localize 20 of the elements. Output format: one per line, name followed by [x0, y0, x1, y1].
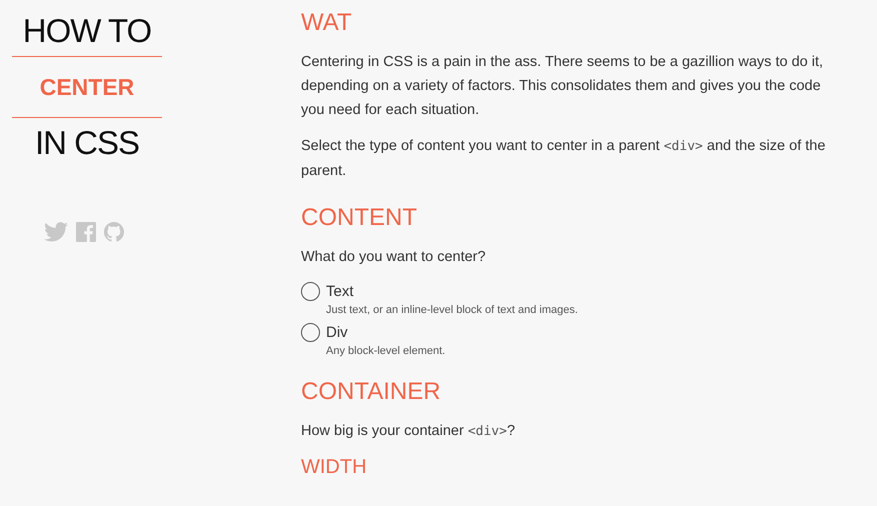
- section-heading: CONTAINER: [301, 377, 442, 407]
- radio-button[interactable]: [301, 282, 320, 301]
- section-heading: CONTENT: [301, 203, 418, 233]
- option-description: Any block-level element.: [326, 345, 446, 357]
- paragraph: How big is your container <div>?: [301, 422, 516, 441]
- radio-button[interactable]: [301, 323, 320, 342]
- option-label[interactable]: Text: [326, 281, 578, 302]
- subheading: WIDTH: [301, 456, 368, 479]
- option-description: Just text, or an inline-level block of text and images.: [326, 304, 578, 316]
- section-heading: WAT: [301, 8, 353, 38]
- bird-icon[interactable]: [44, 222, 68, 242]
- logo-text: HOW TO: [22, 11, 152, 51]
- logo-text: CENTER: [40, 73, 134, 102]
- github-icon[interactable]: [104, 222, 124, 242]
- paragraph: Centering in CSS is a pain in the ass. There seems to be a gazillion ways to do it, depending on a variety of factors. This consolidates them and gives you the code you need for each situation.: [301, 53, 824, 120]
- paragraph: What do you want to center?: [301, 248, 487, 267]
- option-label[interactable]: Div: [326, 322, 446, 343]
- facebook-icon[interactable]: [76, 222, 96, 242]
- logo-text: IN CSS: [34, 123, 140, 163]
- paragraph: Select the type of content you want to center in a parent <div> and the size of the parent.: [301, 137, 826, 181]
